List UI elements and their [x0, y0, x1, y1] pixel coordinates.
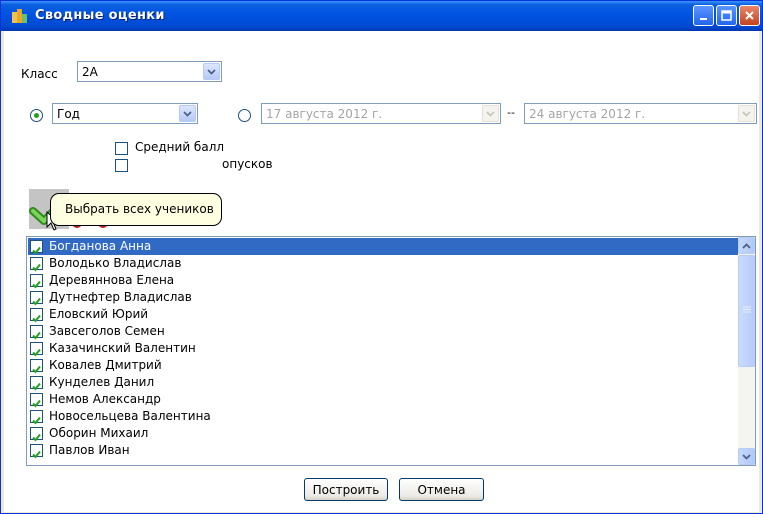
dialog-body: Класс 2А Год 17 августа 2012 г. -- 24 ав… — [4, 31, 759, 512]
student-list-item[interactable]: Оборин Михаил — [28, 425, 738, 442]
chevron-down-icon — [742, 453, 751, 460]
student-name: Немов Александр — [49, 392, 161, 406]
date-to-value: 24 августа 2012 г. — [529, 107, 646, 121]
date-to-combobox[interactable]: 24 августа 2012 г. — [524, 103, 757, 124]
scroll-down-button[interactable] — [738, 448, 755, 465]
student-list-item[interactable]: Дутнефтер Владислав — [28, 289, 738, 306]
period-combobox[interactable]: Год — [52, 103, 198, 124]
period-value: Год — [57, 107, 80, 121]
select-all-tooltip: Выбрать всех учеников — [50, 193, 222, 226]
checkmark-icon — [32, 450, 41, 459]
period-radio-range[interactable] — [238, 109, 251, 122]
maximize-icon — [721, 10, 732, 21]
scroll-up-button[interactable] — [738, 237, 755, 254]
maximize-button[interactable] — [716, 5, 737, 26]
student-list-item[interactable]: Павлов Иван — [28, 442, 738, 459]
date-from-combobox[interactable]: 17 августа 2012 г. — [261, 103, 501, 124]
summary-grades-window: Сводные оценки Класс 2А Год 17 августа 2… — [0, 0, 763, 514]
student-list-item[interactable]: Еловский Юрий — [28, 306, 738, 323]
student-list-item[interactable]: Новосельцева Валентина — [28, 408, 738, 425]
build-button-label: Построить — [312, 482, 380, 497]
scroll-thumb[interactable] — [738, 255, 755, 367]
absences-label: опусков — [222, 157, 273, 171]
cancel-button-label: Отмена — [417, 482, 466, 497]
student-checkbox[interactable] — [30, 359, 43, 374]
chevron-down-icon[interactable] — [203, 63, 220, 80]
student-name: Оборин Михаил — [49, 426, 149, 440]
student-name: Ковалев Дмитрий — [49, 358, 162, 372]
student-list-item[interactable]: Богданова Анна — [28, 238, 738, 255]
chevron-down-icon[interactable] — [482, 105, 499, 122]
window-title: Сводные оценки — [35, 8, 165, 23]
build-button[interactable]: Построить — [304, 478, 388, 501]
student-checkbox[interactable] — [30, 274, 43, 289]
tooltip-text: Выбрать всех учеников — [65, 202, 214, 216]
chevron-down-icon[interactable] — [738, 105, 755, 122]
vertical-scrollbar[interactable] — [738, 237, 755, 465]
class-value: 2А — [82, 65, 98, 79]
app-icon — [12, 9, 27, 23]
date-separator: -- — [507, 106, 515, 119]
student-name: Новосельцева Валентина — [49, 409, 211, 423]
chevron-up-icon — [742, 242, 751, 249]
grip-icon — [743, 306, 751, 313]
student-checkbox[interactable] — [30, 325, 43, 340]
student-name: Завсеголов Семен — [49, 324, 165, 338]
minimize-button[interactable] — [693, 5, 714, 26]
student-checkbox[interactable] — [30, 240, 43, 255]
student-list-item[interactable]: Завсеголов Семен — [28, 323, 738, 340]
student-checkbox[interactable] — [30, 410, 43, 425]
date-from-value: 17 августа 2012 г. — [266, 107, 383, 121]
student-name: Дутнефтер Владислав — [49, 290, 192, 304]
absences-checkbox[interactable] — [115, 159, 128, 172]
chevron-down-icon[interactable] — [179, 105, 196, 122]
student-checkbox[interactable] — [30, 342, 43, 357]
student-name: Павлов Иван — [49, 443, 130, 457]
title-bar[interactable]: Сводные оценки — [1, 1, 762, 31]
student-name: Деревяннова Елена — [49, 273, 175, 287]
minimize-icon — [699, 17, 707, 20]
average-score-label: Средний балл — [135, 140, 225, 154]
student-list-item[interactable]: Немов Александр — [28, 391, 738, 408]
student-name: Казачинский Валентин — [49, 341, 196, 355]
student-list-item[interactable]: Деревяннова Елена — [28, 272, 738, 289]
student-list-item[interactable]: Казачинский Валентин — [28, 340, 738, 357]
student-checkbox[interactable] — [30, 376, 43, 391]
average-score-checkbox[interactable] — [115, 142, 128, 155]
student-name: Богданова Анна — [49, 239, 152, 253]
cancel-button[interactable]: Отмена — [399, 478, 484, 501]
class-combobox[interactable]: 2А — [77, 61, 222, 82]
student-checkbox[interactable] — [30, 257, 43, 272]
class-label: Класс — [21, 67, 58, 81]
student-list-item[interactable]: Ковалев Дмитрий — [28, 357, 738, 374]
student-name: Еловский Юрий — [49, 307, 149, 321]
students-listbox[interactable]: Богданова Анна Володько Владислав Деревянн… — [26, 236, 756, 466]
student-checkbox[interactable] — [30, 427, 43, 442]
close-button[interactable] — [739, 5, 760, 26]
student-checkbox[interactable] — [30, 393, 43, 408]
student-checkbox[interactable] — [30, 291, 43, 306]
student-checkbox[interactable] — [30, 444, 43, 459]
student-name: Володько Владислав — [49, 256, 182, 270]
student-list-item[interactable]: Кунделев Данил — [28, 374, 738, 391]
student-list-item[interactable]: Володько Владислав — [28, 255, 738, 272]
student-checkbox[interactable] — [30, 308, 43, 323]
period-radio-year[interactable] — [30, 109, 43, 122]
student-name: Кунделев Данил — [49, 375, 155, 389]
close-icon — [745, 11, 754, 20]
